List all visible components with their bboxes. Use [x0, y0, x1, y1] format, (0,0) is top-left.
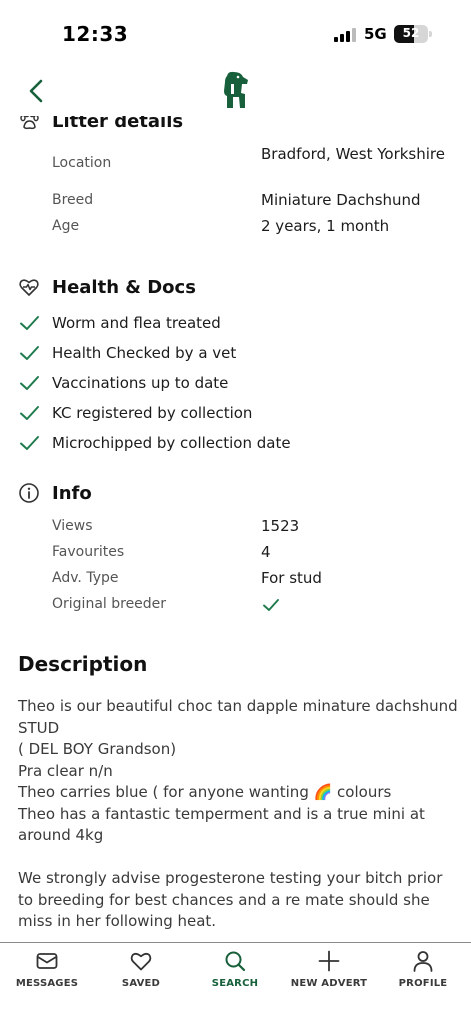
- check-icon: [20, 346, 39, 360]
- health-item: Worm and flea treated: [18, 312, 221, 334]
- detail-label: Breed: [52, 192, 94, 208]
- check-icon: [20, 436, 39, 450]
- info-icon: [19, 483, 39, 503]
- health-item: KC registered by collection: [18, 402, 252, 424]
- search-icon: [225, 951, 246, 972]
- plus-icon: [318, 950, 340, 972]
- paw-icon: [20, 116, 39, 130]
- heart-icon: [130, 952, 152, 971]
- info-label: Favourites: [52, 544, 125, 560]
- tab-messages[interactable]: MESSAGES: [0, 943, 94, 1003]
- health-item: Health Checked by a vet: [18, 342, 236, 364]
- detail-value: Miniature Dachshund: [261, 191, 421, 209]
- tab-saved[interactable]: SAVED: [94, 943, 188, 1003]
- detail-value: 2 years, 1 month: [261, 217, 390, 235]
- check-icon: [20, 316, 39, 330]
- check-icon: [20, 406, 39, 420]
- battery-icon: 52: [394, 25, 428, 43]
- health-docs-title: Health & Docs: [52, 276, 196, 298]
- user-icon: [413, 951, 433, 972]
- tab-label: MESSAGES: [15, 978, 79, 989]
- info-title: Info: [52, 482, 92, 504]
- status-time: 12:33: [62, 22, 129, 46]
- tab-label: SEARCH: [211, 978, 259, 989]
- tab-new-advert[interactable]: NEW ADVERT: [282, 943, 376, 1003]
- check-icon: [263, 599, 279, 611]
- detail-value: Bradford, West Yorkshire: [261, 145, 445, 163]
- health-item: Vaccinations up to date: [18, 372, 228, 394]
- health-item: Microchipped by collection date: [18, 432, 291, 454]
- detail-label: Age: [52, 218, 80, 234]
- battery-level: 52: [402, 26, 420, 40]
- tab-label: PROFILE: [398, 978, 448, 989]
- info-value: For stud: [261, 569, 322, 587]
- status-bar: 12:33 5G 52: [0, 0, 471, 64]
- listing-content[interactable]: Litter details Location Bradford, West Y…: [0, 116, 471, 942]
- nav-bar: [0, 64, 471, 116]
- brand-logo-icon[interactable]: [218, 70, 252, 110]
- battery-cap: [429, 31, 432, 37]
- back-button[interactable]: [22, 76, 52, 106]
- heart-pulse-icon: [19, 279, 39, 296]
- litter-details-header: Litter details: [18, 116, 183, 132]
- envelope-icon: [36, 953, 58, 969]
- info-value: 4: [261, 543, 271, 561]
- info-label: Adv. Type: [52, 570, 119, 586]
- tab-search[interactable]: SEARCH: [188, 943, 282, 1003]
- info-label: Original breeder: [52, 596, 167, 612]
- info-header: Info: [18, 482, 92, 504]
- bottom-tab-bar: MESSAGES SAVED SEARCH NEW ADVERT PROFILE: [0, 942, 471, 1024]
- health-item-label: Health Checked by a vet: [52, 344, 237, 362]
- tab-profile[interactable]: PROFILE: [376, 943, 470, 1003]
- info-value: 1523: [261, 517, 300, 535]
- health-item-label: Microchipped by collection date: [52, 434, 291, 452]
- description-text: Theo is our beautiful choc tan dapple mi…: [18, 697, 458, 930]
- health-item-label: Vaccinations up to date: [52, 374, 229, 392]
- network-type: 5G: [364, 25, 387, 43]
- chevron-left-icon: [29, 79, 43, 103]
- health-docs-header: Health & Docs: [18, 276, 196, 298]
- description-title: Description: [18, 652, 148, 676]
- tab-label: SAVED: [121, 978, 161, 989]
- check-icon: [20, 376, 39, 390]
- cellular-signal-icon: [334, 28, 356, 42]
- detail-label: Location: [52, 155, 112, 171]
- info-label: Views: [52, 518, 93, 534]
- tab-label: NEW ADVERT: [290, 978, 368, 989]
- health-item-label: KC registered by collection: [52, 404, 253, 422]
- health-item-label: Worm and flea treated: [52, 314, 221, 332]
- litter-details-title: Litter details: [52, 116, 184, 132]
